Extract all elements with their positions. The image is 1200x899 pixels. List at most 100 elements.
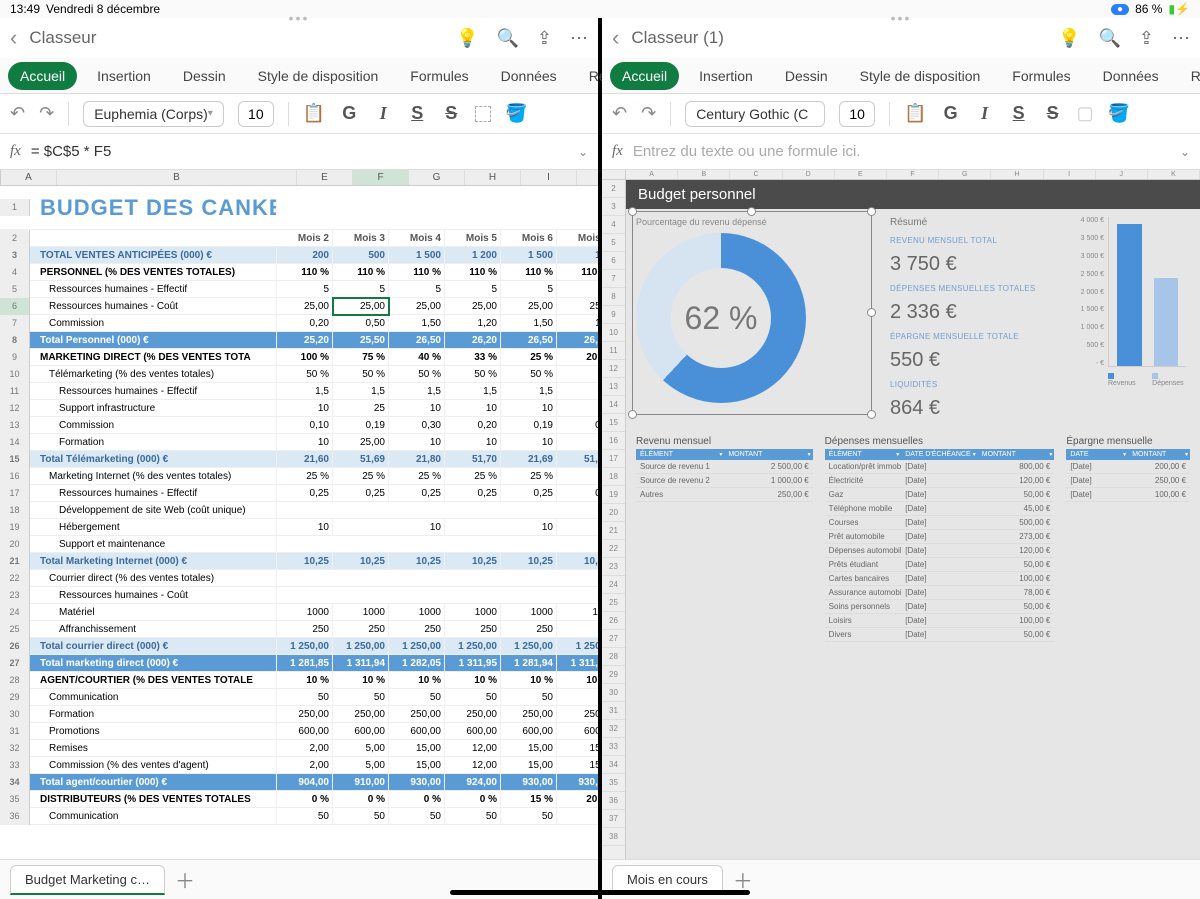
cell[interactable]: 12,00 <box>445 757 501 774</box>
row-label[interactable]: Hébergement <box>37 519 277 536</box>
row-header[interactable]: 25 <box>602 594 625 612</box>
table-cell[interactable]: [Date] <box>901 516 978 529</box>
row-header[interactable]: 20 <box>602 504 625 522</box>
row-header[interactable]: 26 <box>0 638 30 655</box>
table-cell[interactable]: 500,00 € <box>978 516 1055 529</box>
cell[interactable]: 930,00 <box>557 774 598 791</box>
row-label[interactable]: Télémarketing (% des ventes totales) <box>37 366 277 383</box>
row-label[interactable]: Courrier direct (% des ventes totales) <box>37 570 277 587</box>
border-button[interactable] <box>475 106 491 122</box>
ribbon-tab-ré[interactable]: Ré <box>1179 62 1200 90</box>
row-header[interactable]: 6 <box>602 252 625 270</box>
col-header-J[interactable]: J <box>577 170 598 185</box>
strike-button[interactable]: S <box>1043 103 1063 124</box>
table-cell[interactable]: 1 000,00 € <box>724 474 812 487</box>
col-header-E[interactable]: E <box>835 170 887 179</box>
underline-button[interactable]: S <box>407 103 427 124</box>
table-cell[interactable]: Soins personnels <box>825 600 902 613</box>
home-indicator[interactable] <box>450 890 750 895</box>
cell[interactable]: 500 <box>333 247 389 264</box>
row-label[interactable]: Support et maintenance <box>37 536 277 553</box>
table-cell[interactable]: Autres <box>636 488 724 501</box>
cell[interactable]: 5 <box>557 689 598 706</box>
row-header[interactable]: 35 <box>602 774 625 792</box>
table-cell[interactable]: [Date] <box>901 600 978 613</box>
table-cell[interactable]: [Date] <box>901 488 978 501</box>
cell[interactable]: 110 % <box>333 264 389 281</box>
row-header[interactable]: 19 <box>602 486 625 504</box>
cell[interactable]: 51,69 <box>333 451 389 468</box>
share-icon[interactable]: ⇪ <box>1139 28 1154 49</box>
table-cell[interactable]: 250,00 € <box>724 488 812 501</box>
row-header[interactable]: 6 <box>0 298 30 315</box>
row-header[interactable]: 19 <box>0 519 30 536</box>
ribbon-tab-accueil[interactable]: Accueil <box>610 62 679 90</box>
table-cell[interactable]: 78,00 € <box>978 586 1055 599</box>
cell[interactable]: 2,00 <box>277 757 333 774</box>
col-header-G[interactable]: G <box>939 170 991 179</box>
cell[interactable]: 250 <box>333 621 389 638</box>
font-size-input[interactable]: 10 <box>839 101 875 127</box>
ribbon-tab-formules[interactable]: Formules <box>398 62 480 90</box>
row-header[interactable]: 10 <box>0 366 30 383</box>
row-label[interactable]: Total Personnel (000) € <box>37 332 277 349</box>
row-header[interactable]: 32 <box>602 720 625 738</box>
search-icon[interactable]: 🔍 <box>496 28 518 49</box>
cell[interactable]: 250 <box>445 621 501 638</box>
cell[interactable]: 5 <box>557 808 598 825</box>
table-header[interactable]: MONTANT <box>724 449 812 460</box>
row-label[interactable]: Affranchissement <box>37 621 277 638</box>
cell[interactable]: 0,25 <box>333 485 389 502</box>
table-cell[interactable]: [Date] <box>901 460 978 473</box>
cell[interactable]: 21,80 <box>389 451 445 468</box>
cell[interactable]: 930,00 <box>501 774 557 791</box>
cell[interactable]: 15,0 <box>557 757 598 774</box>
table-cell[interactable]: Cartes bancaires <box>825 572 902 585</box>
col-header-B[interactable]: B <box>678 170 730 179</box>
ribbon-tab-insertion[interactable]: Insertion <box>687 62 765 90</box>
row-label[interactable]: Total agent/courtier (000) € <box>37 774 277 791</box>
cell[interactable]: 50 <box>445 808 501 825</box>
table-cell[interactable]: [Date] <box>901 586 978 599</box>
cell[interactable]: 110 % <box>389 264 445 281</box>
row-label[interactable]: Ressources humaines - Effectif <box>37 485 277 502</box>
cell[interactable]: 0,1 <box>557 417 598 434</box>
cell[interactable]: 1 250,00 <box>333 638 389 655</box>
cell[interactable]: 5 <box>277 281 333 298</box>
table-cell[interactable]: [Date] <box>901 614 978 627</box>
cell[interactable]: 15,00 <box>501 757 557 774</box>
cell[interactable]: 1 <box>557 400 598 417</box>
row-header[interactable]: 18 <box>0 502 30 519</box>
row-label[interactable]: AGENT/COURTIER (% DES VENTES TOTALE <box>37 672 277 689</box>
row-header[interactable]: 30 <box>0 706 30 723</box>
cell[interactable]: 10 <box>277 400 333 417</box>
row-label[interactable]: PERSONNEL (% DES VENTES TOTALES) <box>37 264 277 281</box>
row-label[interactable]: Formation <box>37 706 277 723</box>
row-header[interactable]: 7 <box>602 270 625 288</box>
cell[interactable]: 200 <box>277 247 333 264</box>
row-header[interactable]: 7 <box>0 315 30 332</box>
row-header[interactable]: 16 <box>0 468 30 485</box>
cell[interactable]: 1 250,00 <box>277 638 333 655</box>
row-header[interactable]: 28 <box>602 648 625 666</box>
col-header-A[interactable]: A <box>626 170 678 179</box>
row-header[interactable]: 35 <box>0 791 30 808</box>
row-header[interactable]: 36 <box>0 808 30 825</box>
table-cell[interactable]: [Date] <box>901 572 978 585</box>
cell[interactable]: 1 311,90 <box>557 655 598 672</box>
row-label[interactable]: Ressources humaines - Coût <box>37 587 277 604</box>
row-header[interactable]: 24 <box>602 576 625 594</box>
cell[interactable]: 0,20 <box>445 417 501 434</box>
cell[interactable]: 50 <box>333 689 389 706</box>
col-header-H[interactable]: H <box>991 170 1043 179</box>
cell[interactable]: 1 311,95 <box>445 655 501 672</box>
cell[interactable]: 0,2 <box>557 485 598 502</box>
cell[interactable]: 10,25 <box>557 553 598 570</box>
cell[interactable]: 1 250,00 <box>501 638 557 655</box>
redo-button[interactable]: ↷ <box>641 103 656 124</box>
cell[interactable]: 250,00 <box>445 706 501 723</box>
cell[interactable]: 0,50 <box>333 315 389 332</box>
cell[interactable]: 110 % <box>445 264 501 281</box>
table-header[interactable]: MONTANT <box>978 449 1055 460</box>
cell[interactable]: 1,5 <box>389 383 445 400</box>
